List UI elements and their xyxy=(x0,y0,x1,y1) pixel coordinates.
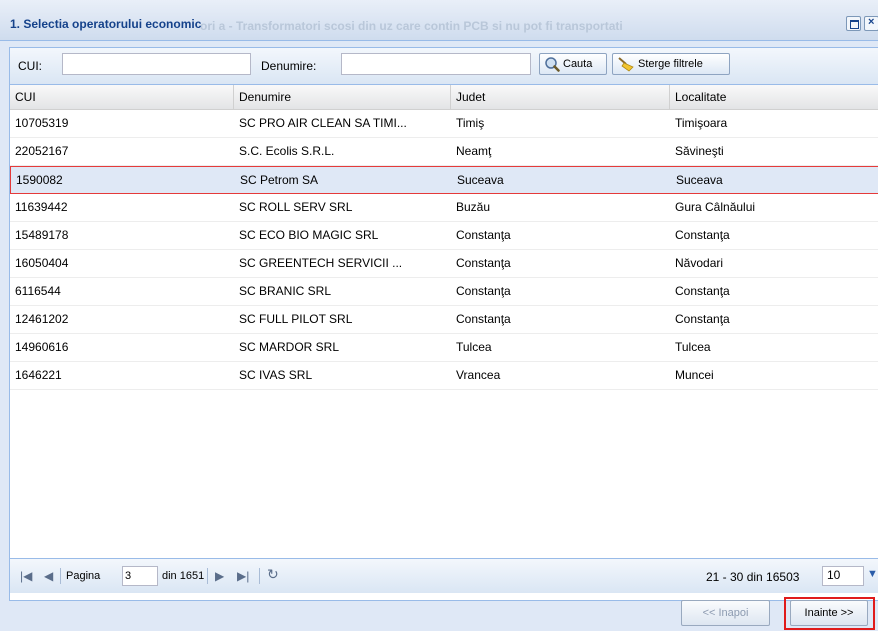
cell-denumire: SC IVAS SRL xyxy=(239,368,313,382)
cell-localitate: Gura Câlnăului xyxy=(675,200,756,214)
cell-denumire: S.C. Ecolis S.R.L. xyxy=(239,144,335,158)
cell-judet: Buzău xyxy=(456,200,491,214)
cell-judet: Constanţa xyxy=(456,228,511,242)
back-button[interactable]: << Inapoi xyxy=(681,600,770,626)
cell-cui: 10705319 xyxy=(15,116,69,130)
paging-separator xyxy=(60,568,61,584)
table-row[interactable]: 6116544 SC BRANIC SRL Constanţa Constanţ… xyxy=(10,278,878,306)
cell-cui: 14960616 xyxy=(15,340,69,354)
cell-localitate: Năvodari xyxy=(675,256,724,270)
paging-toolbar: |◀ ◀ Pagina din 1651 ▶ ▶| ↻ 21 - 30 din … xyxy=(10,558,878,593)
grid-header: CUI Denumire Judet Localitate xyxy=(10,85,878,110)
search-icon xyxy=(545,57,560,72)
cell-denumire: SC GREENTECH SERVICII ... xyxy=(239,256,403,270)
cell-cui: 22052167 xyxy=(15,144,69,158)
cell-localitate: Săvineşti xyxy=(675,144,724,158)
cell-judet: Suceava xyxy=(457,173,504,187)
next-page-icon[interactable]: ▶ xyxy=(215,570,224,582)
table-row-selected[interactable]: 1590082 SC Petrom SA Suceava Suceava xyxy=(10,166,878,194)
filter-toolbar: CUI: Denumire: Cauta Sterge filtrele xyxy=(10,48,878,85)
denumire-filter-label: Denumire: xyxy=(261,59,317,73)
table-row[interactable]: 1646221 SC IVAS SRL Vrancea Muncei xyxy=(10,362,878,390)
paging-separator xyxy=(207,568,208,584)
background-window-title: ori a - Transformatori scosi din uz care… xyxy=(200,19,623,33)
cell-denumire: SC MARDOR SRL xyxy=(239,340,340,354)
cell-cui: 11639442 xyxy=(15,200,68,214)
operator-grid-panel: CUI: Denumire: Cauta Sterge filtrele CUI… xyxy=(9,47,878,601)
clear-filters-button[interactable]: Sterge filtrele xyxy=(612,53,730,75)
cell-cui: 1590082 xyxy=(16,173,63,187)
close-icon: × xyxy=(868,16,875,28)
table-row[interactable]: 16050404 SC GREENTECH SERVICII ... Const… xyxy=(10,250,878,278)
search-button[interactable]: Cauta xyxy=(539,53,607,75)
close-button[interactable]: × xyxy=(864,16,878,31)
cell-cui: 16050404 xyxy=(15,256,69,270)
clear-filters-label: Sterge filtrele xyxy=(638,58,703,70)
cell-localitate: Constanţa xyxy=(675,228,730,242)
cell-judet: Constanţa xyxy=(456,284,511,298)
table-row[interactable]: 12461202 SC FULL PILOT SRL Constanţa Con… xyxy=(10,306,878,334)
cell-judet: Constanţa xyxy=(456,312,511,326)
cell-denumire: SC PRO AIR CLEAN SA TIMI... xyxy=(239,116,407,130)
search-button-label: Cauta xyxy=(563,58,593,70)
cui-filter-input[interactable] xyxy=(62,53,251,75)
page-size-select[interactable]: 10 xyxy=(822,566,864,586)
cell-localitate: Muncei xyxy=(675,368,714,382)
cell-cui: 15489178 xyxy=(15,228,69,242)
table-row[interactable]: 11639442 SC ROLL SERV SRL Buzău Gura Câl… xyxy=(10,194,878,222)
cell-localitate: Constanţa xyxy=(675,284,730,298)
cell-localitate: Tulcea xyxy=(675,340,711,354)
denumire-filter-input[interactable] xyxy=(341,53,531,75)
cell-cui: 12461202 xyxy=(15,312,69,326)
record-range-text: 21 - 30 din 16503 xyxy=(706,570,800,584)
cell-localitate: Timişoara xyxy=(675,116,728,130)
dialog-title: 1. Selectia operatorului economic xyxy=(10,17,202,31)
cell-denumire: SC Petrom SA xyxy=(240,173,319,187)
broom-icon xyxy=(618,57,634,72)
first-page-icon[interactable]: |◀ xyxy=(20,570,32,582)
cell-cui: 1646221 xyxy=(15,368,62,382)
table-row[interactable]: 14960616 SC MARDOR SRL Tulcea Tulcea xyxy=(10,334,878,362)
page-count-label: din 1651 xyxy=(162,570,205,582)
maximize-button[interactable] xyxy=(846,16,861,31)
column-header-cui[interactable]: CUI xyxy=(10,85,234,109)
last-page-icon[interactable]: ▶| xyxy=(237,570,249,582)
cell-denumire: SC ROLL SERV SRL xyxy=(239,200,353,214)
cell-judet: Neamţ xyxy=(456,144,492,158)
cell-denumire: SC FULL PILOT SRL xyxy=(239,312,353,326)
table-row[interactable]: 22052167 S.C. Ecolis S.R.L. Neamţ Săvine… xyxy=(10,138,878,166)
next-button-highlight xyxy=(784,597,875,630)
dialog-window: ori a - Transformatori scosi din uz care… xyxy=(0,0,878,631)
page-label: Pagina xyxy=(66,570,101,582)
cell-localitate: Suceava xyxy=(676,173,723,187)
chevron-down-icon[interactable]: ▼ xyxy=(867,568,878,580)
column-header-judet[interactable]: Judet xyxy=(451,85,670,109)
cell-denumire: SC BRANIC SRL xyxy=(239,284,332,298)
column-header-localitate[interactable]: Localitate xyxy=(670,85,878,109)
paging-separator xyxy=(259,568,260,584)
dialog-titlebar: ori a - Transformatori scosi din uz care… xyxy=(0,0,878,41)
cui-filter-label: CUI: xyxy=(18,59,42,73)
prev-page-icon[interactable]: ◀ xyxy=(44,570,53,582)
cell-denumire: SC ECO BIO MAGIC SRL xyxy=(239,228,379,242)
cell-judet: Vrancea xyxy=(456,368,501,382)
table-row[interactable]: 10705319 SC PRO AIR CLEAN SA TIMI... Tim… xyxy=(10,110,878,138)
cell-cui: 6116544 xyxy=(15,284,61,298)
page-number-input[interactable] xyxy=(122,566,158,586)
refresh-icon[interactable]: ↻ xyxy=(267,567,279,581)
cell-localitate: Constanţa xyxy=(675,312,730,326)
cell-judet: Constanţa xyxy=(456,256,511,270)
cell-judet: Timiş xyxy=(456,116,485,130)
column-header-denumire[interactable]: Denumire xyxy=(234,85,451,109)
cell-judet: Tulcea xyxy=(456,340,492,354)
table-row[interactable]: 15489178 SC ECO BIO MAGIC SRL Constanţa … xyxy=(10,222,878,250)
